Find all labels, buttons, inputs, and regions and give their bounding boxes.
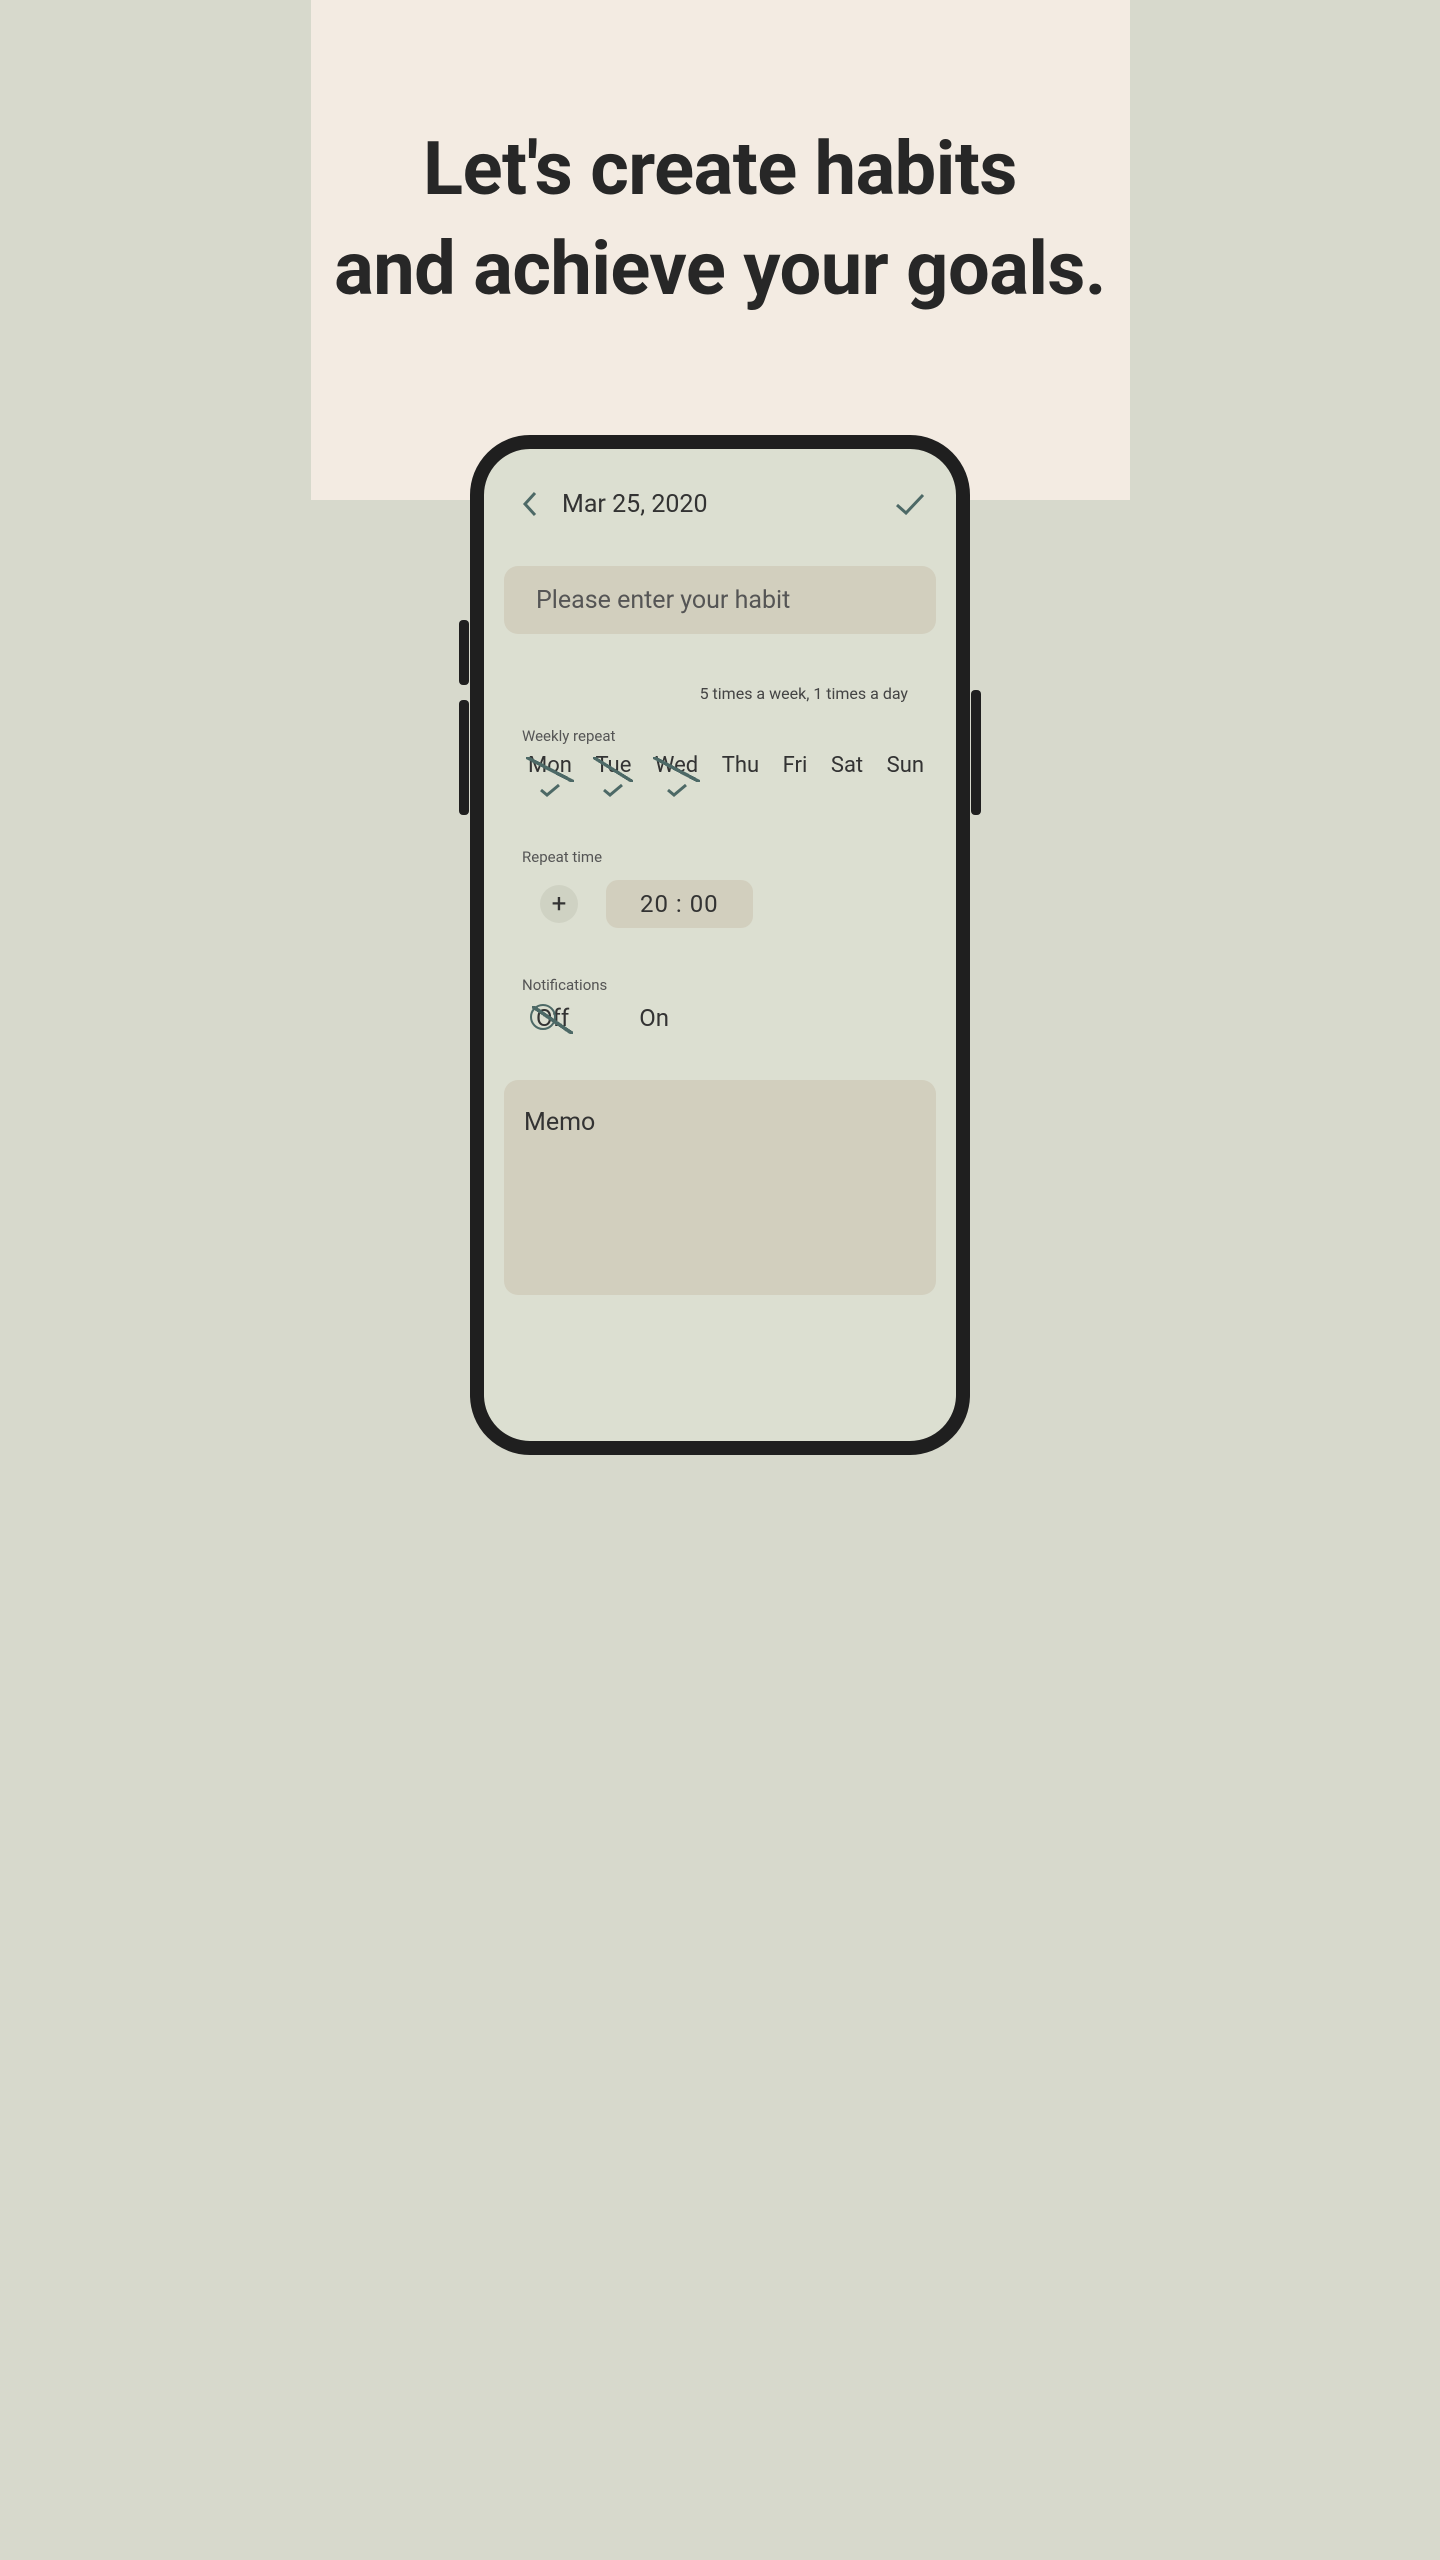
time-chip[interactable]: 20 : 00	[606, 880, 753, 928]
memo-input[interactable]: Memo	[504, 1080, 936, 1295]
habit-input[interactable]: Please enter your habit	[504, 566, 936, 634]
weekly-repeat-label: Weekly repeat	[522, 727, 936, 745]
notifications-on[interactable]: On	[639, 1004, 669, 1032]
day-label: Sat	[831, 753, 863, 778]
day-label: Thu	[722, 753, 759, 778]
add-time-button[interactable]: +	[540, 885, 578, 923]
check-icon	[895, 493, 925, 515]
chevron-left-icon	[522, 491, 538, 517]
repeat-time-row: + 20 : 00	[504, 880, 936, 928]
check-icon	[666, 778, 688, 792]
day-mon[interactable]: Mon	[528, 753, 572, 778]
back-button[interactable]	[510, 484, 550, 524]
day-label: Tue	[595, 753, 631, 778]
phone-side-button	[459, 700, 469, 815]
day-fri[interactable]: Fri	[783, 753, 808, 778]
date-label[interactable]: Mar 25, 2020	[562, 490, 890, 519]
check-icon	[602, 778, 624, 792]
notifications-row: Off On	[504, 1004, 936, 1032]
notifications-off[interactable]: Off	[536, 1004, 569, 1032]
memo-placeholder: Memo	[524, 1108, 595, 1137]
confirm-button[interactable]	[890, 484, 930, 524]
circle-icon	[530, 1004, 556, 1030]
headline-line1: Let's create habits and achieve your goa…	[334, 126, 1106, 313]
phone-frame: Mar 25, 2020 Please enter your habit 5 t…	[470, 435, 970, 1455]
notifications-label: Notifications	[522, 976, 936, 994]
app-screen: Mar 25, 2020 Please enter your habit 5 t…	[484, 449, 956, 1295]
day-label: Mon	[528, 753, 572, 778]
day-label: Sun	[887, 753, 924, 778]
headline: Let's create habits and achieve your goa…	[311, 120, 1130, 320]
day-tue[interactable]: Tue	[595, 753, 631, 778]
day-label: Fri	[783, 753, 808, 778]
weekly-repeat-days: Mon Tue Wed Thu Fri Sat Sun	[504, 753, 936, 778]
frequency-summary: 5 times a week, 1 times a day	[504, 684, 936, 703]
notifications-off-label: Off	[536, 1004, 569, 1032]
day-thu[interactable]: Thu	[722, 753, 759, 778]
repeat-time-label: Repeat time	[522, 848, 936, 866]
day-sat[interactable]: Sat	[831, 753, 863, 778]
phone-side-button	[971, 690, 981, 815]
phone-side-button	[459, 620, 469, 685]
check-icon	[539, 778, 561, 792]
habit-input-placeholder: Please enter your habit	[536, 586, 790, 615]
notifications-on-label: On	[639, 1004, 669, 1032]
plus-icon: +	[552, 889, 567, 919]
day-label: Wed	[655, 753, 698, 778]
day-sun[interactable]: Sun	[887, 753, 924, 778]
topbar: Mar 25, 2020	[504, 484, 936, 524]
promo-page: Let's create habits and achieve your goa…	[311, 0, 1130, 1456]
day-wed[interactable]: Wed	[655, 753, 698, 778]
